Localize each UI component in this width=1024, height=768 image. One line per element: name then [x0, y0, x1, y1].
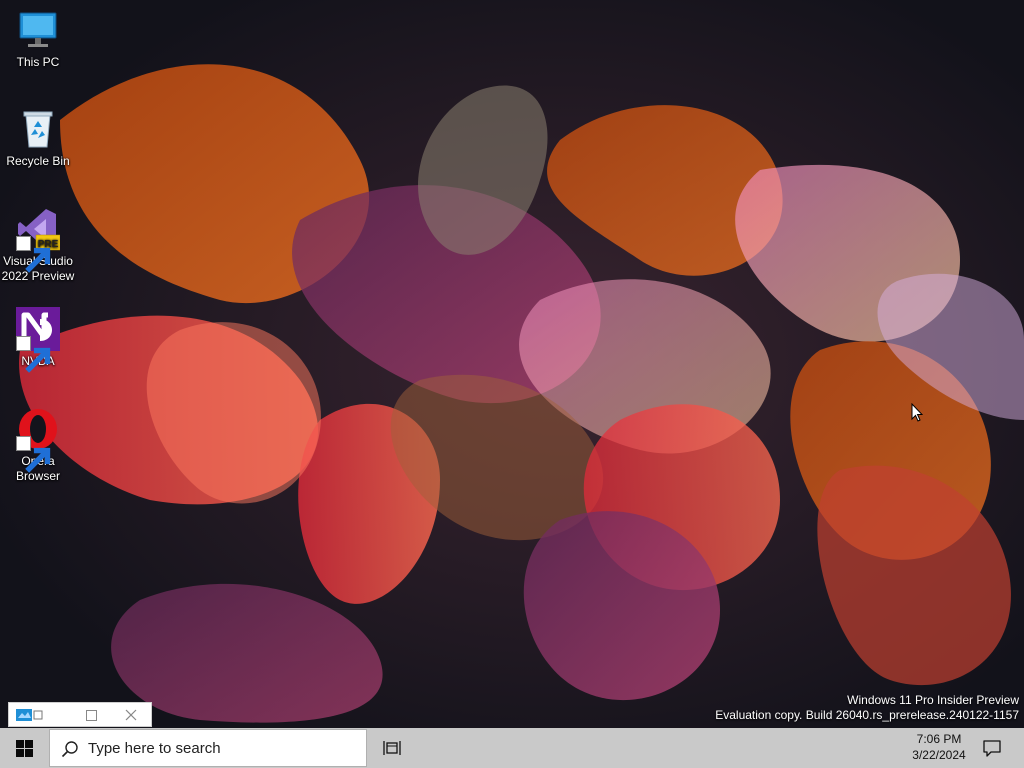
maximize-icon	[85, 709, 97, 721]
watermark-line-2: Evaluation copy. Build 26040.rs_prerelea…	[715, 708, 1019, 722]
recycle-bin-icon	[16, 107, 60, 151]
windows-logo-icon	[15, 739, 33, 757]
system-clock[interactable]: 7:06 PM 3/22/2024	[900, 728, 978, 768]
desktop-icon-nvda[interactable]: NVDA	[0, 307, 76, 373]
minimized-window-bar[interactable]	[8, 702, 152, 727]
task-view-icon	[383, 741, 401, 755]
wallpaper	[0, 0, 1024, 728]
notification-icon	[983, 739, 1001, 757]
clock-time: 7:06 PM	[916, 732, 962, 746]
search-input[interactable]	[88, 738, 358, 758]
watermark-line-1: Windows 11 Pro Insider Preview	[847, 693, 1019, 707]
visual-studio-icon: PRE	[16, 207, 60, 273]
close-button[interactable]	[111, 703, 151, 727]
nvda-icon	[16, 307, 60, 373]
desktop-icon-visual-studio[interactable]: PRE Visual Studio 2022 Preview	[0, 207, 76, 284]
desktop-icon-label: Recycle Bin	[6, 154, 70, 168]
notification-center-button[interactable]	[972, 728, 1012, 768]
desktop[interactable]: This PC Recycle Bin PRE Visual Studio 20…	[0, 0, 1024, 728]
taskbar: 7:06 PM 3/22/2024	[0, 728, 1024, 768]
shortcut-arrow-icon	[16, 436, 51, 473]
start-button[interactable]	[0, 728, 48, 768]
desktop-icon-recycle-bin[interactable]: Recycle Bin	[0, 107, 76, 169]
close-icon	[125, 709, 137, 721]
monitor-icon	[16, 8, 60, 52]
app-window-icon	[16, 709, 43, 721]
desktop-icon-label: This PC	[16, 55, 60, 69]
desktop-icon-this-pc[interactable]: This PC	[0, 8, 76, 70]
search-icon	[61, 741, 78, 758]
mouse-cursor-icon	[911, 403, 923, 422]
evaluation-watermark: Windows 11 Pro Insider Preview Evaluatio…	[715, 693, 1019, 723]
task-view-button[interactable]	[370, 728, 414, 768]
taskbar-search-box[interactable]	[49, 729, 367, 767]
maximize-button[interactable]	[71, 703, 111, 727]
shortcut-arrow-icon	[16, 236, 51, 273]
clock-date: 3/22/2024	[912, 748, 966, 762]
desktop-icon-opera[interactable]: Opera Browser	[0, 407, 76, 484]
shortcut-arrow-icon	[16, 336, 51, 373]
opera-icon	[16, 407, 60, 473]
